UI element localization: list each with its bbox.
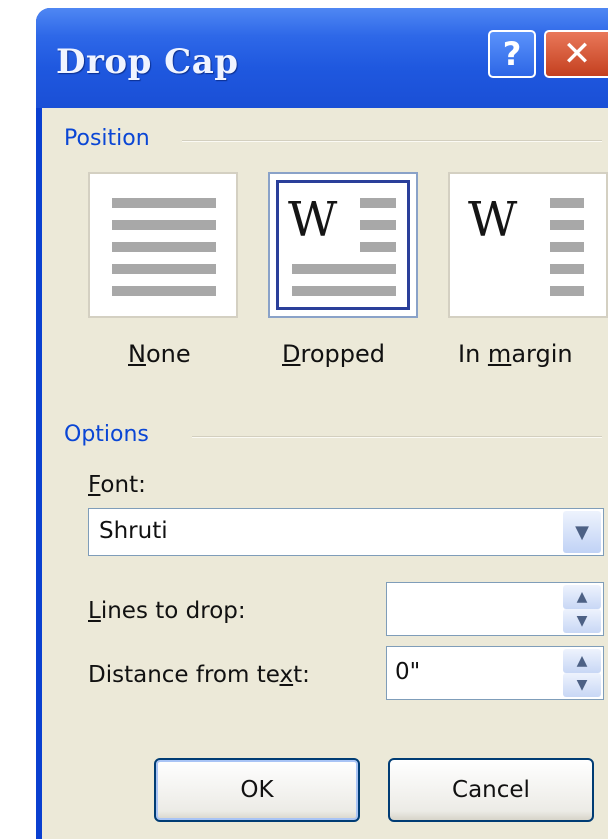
position-dropped-label: Dropped	[282, 340, 385, 368]
position-none-label: None	[128, 340, 191, 368]
spin-down-icon[interactable]: ▼	[563, 673, 601, 697]
position-none-option[interactable]	[88, 172, 238, 318]
font-label: Font:	[88, 472, 146, 498]
lines-to-drop-label: Lines to drop:	[88, 598, 246, 624]
position-in-margin-label: In margin	[458, 340, 573, 368]
font-select-value: Shruti	[99, 518, 168, 544]
title-bar[interactable]: Drop Cap ? ✕	[36, 8, 608, 108]
drop-cap-glyph: W	[468, 192, 518, 248]
position-dropped-option[interactable]: W	[268, 172, 418, 318]
dialog-title: Drop Cap	[56, 42, 239, 82]
help-button[interactable]: ?	[488, 30, 536, 78]
position-group-label: Position	[64, 126, 150, 151]
drop-cap-dialog: Drop Cap ? ✕ Position None W Dropped W I…	[36, 8, 608, 839]
spin-up-icon[interactable]: ▲	[563, 649, 601, 673]
close-button[interactable]: ✕	[544, 30, 608, 78]
position-in-margin-option[interactable]: W	[448, 172, 608, 318]
lines-to-drop-spin-buttons: ▲ ▼	[563, 585, 601, 633]
cancel-button[interactable]: Cancel	[388, 758, 594, 822]
distance-from-text-spinner[interactable]: 0" ▲ ▼	[386, 646, 604, 700]
ok-button[interactable]: OK	[154, 758, 360, 822]
position-group-divider	[182, 140, 602, 142]
dialog-body: Position None W Dropped W In margin Opti…	[42, 108, 608, 839]
options-group-divider	[192, 436, 602, 438]
close-icon: ✕	[562, 34, 592, 74]
distance-from-text-label: Distance from text:	[88, 662, 310, 688]
options-group-label: Options	[64, 422, 149, 447]
drop-cap-glyph: W	[288, 192, 338, 248]
question-mark-icon: ?	[502, 35, 522, 73]
lines-to-drop-spinner[interactable]: ▲ ▼	[386, 582, 604, 636]
spin-up-icon[interactable]: ▲	[563, 585, 601, 609]
distance-from-text-value: 0"	[395, 659, 421, 685]
distance-spin-buttons: ▲ ▼	[563, 649, 601, 697]
chevron-down-icon[interactable]: ▼	[563, 511, 601, 553]
font-select[interactable]: Shruti ▼	[88, 508, 604, 556]
spin-down-icon[interactable]: ▼	[563, 609, 601, 633]
